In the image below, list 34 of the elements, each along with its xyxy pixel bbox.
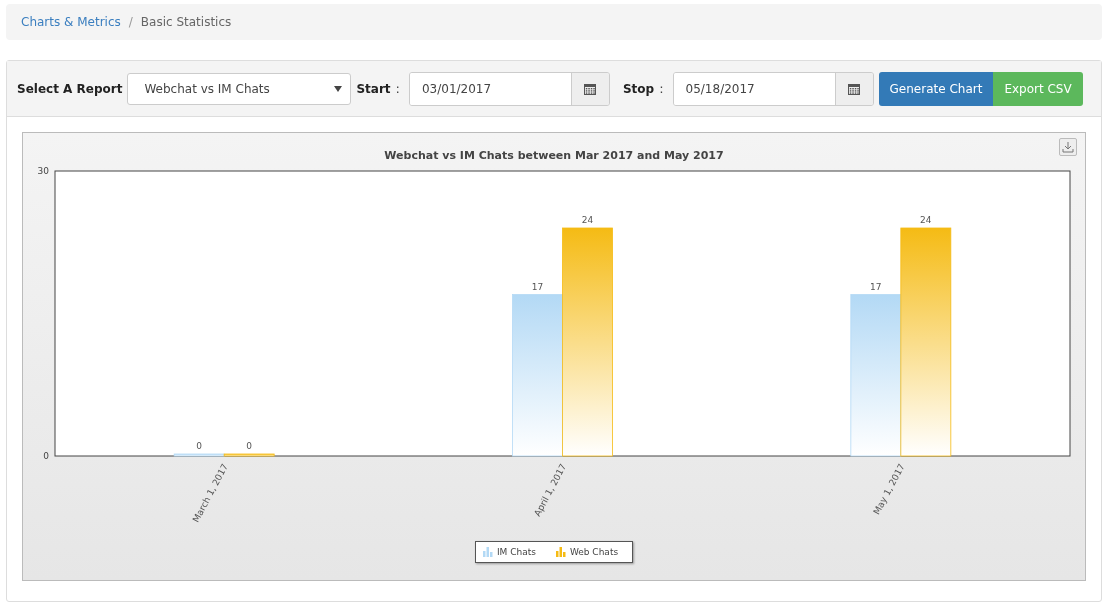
axis-tick-label: 0: [43, 451, 49, 461]
label-colon: :: [395, 81, 400, 96]
chart-title: Webchat vs IM Chats between Mar 2017 and May 2017: [384, 149, 724, 162]
data-label: 24: [581, 215, 594, 225]
report-select[interactable]: Webchat vs IM Chats: [127, 72, 352, 105]
data-label: 17: [870, 281, 882, 292]
caret-icon: [334, 85, 343, 92]
data-label: 17: [531, 281, 544, 292]
legend-label: Web Chats: [569, 547, 619, 557]
data-label: 0: [196, 441, 203, 451]
report-label: Select A Report: [17, 81, 123, 96]
bar-chart-icon: [482, 547, 493, 557]
calendar-button[interactable]: [570, 72, 609, 105]
axis-category-label: May 1, 2017: [871, 462, 907, 517]
start-date-field[interactable]: 03/01/2017: [408, 71, 610, 106]
axis-category-label: April 1, 2017: [532, 462, 569, 518]
label-colon: :: [659, 81, 664, 96]
stop-label: Stop: [622, 81, 655, 96]
breadcrumb-link[interactable]: Charts & Metrics: [21, 15, 121, 29]
axis-tick-label: 30: [37, 166, 49, 176]
generate-button[interactable]: Generate Chart: [878, 71, 994, 106]
download-button[interactable]: [1059, 138, 1077, 156]
data-label: 24: [920, 215, 932, 225]
download-icon: [1062, 141, 1074, 153]
calendar-icon: [584, 82, 597, 95]
calendar-button[interactable]: [834, 72, 873, 105]
calendar-icon: [848, 82, 861, 95]
bar-chart-icon: [555, 547, 566, 557]
breadcrumb-separator: /: [128, 15, 133, 29]
stop-date-field[interactable]: 05/18/2017: [672, 71, 874, 106]
breadcrumb-current: Basic Statistics: [140, 15, 232, 29]
data-label: 0: [246, 441, 253, 451]
start-label: Start: [356, 81, 391, 96]
legend-label: IM Chats: [496, 547, 536, 557]
